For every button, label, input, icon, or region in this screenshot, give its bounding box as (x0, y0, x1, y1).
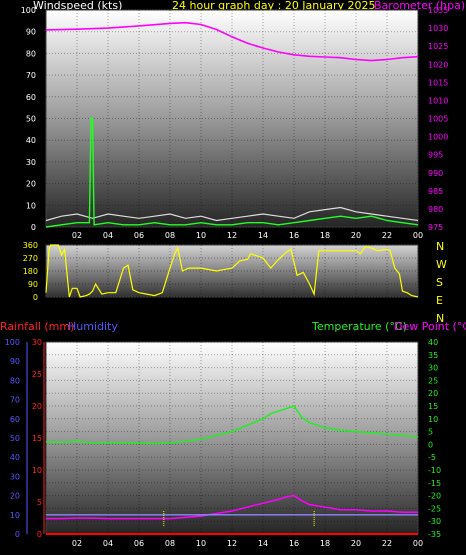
rain-tick-label: 15 (32, 434, 42, 443)
baro-tick-label: 1035 (428, 6, 448, 15)
temp-tick-label: 15 (428, 402, 438, 411)
temp-tick-label: -5 (428, 453, 436, 462)
x-tick-label: 22 (382, 539, 392, 548)
rain-tick-label: 30 (32, 338, 42, 347)
humidity-tick-label: 100 (5, 338, 20, 347)
x-tick-label: 20 (351, 539, 361, 548)
weather-chart: Windspeed (kts) 24 hour graph day : 20 J… (0, 0, 466, 548)
x-tick-label: 14 (258, 539, 268, 548)
humidity-tick-label: 90 (10, 357, 20, 366)
x-tick-label: 08 (165, 231, 175, 240)
baro-tick-label: 1015 (428, 78, 448, 87)
x-tick-label: 00 (413, 231, 423, 240)
temp-tick-label: -35 (428, 530, 441, 539)
humidity-tick-label: 60 (10, 415, 20, 424)
temp-tick-label: -10 (428, 466, 441, 475)
rain-tick-label: 20 (32, 402, 42, 411)
compass-label: N (436, 240, 444, 253)
humidity-tick-label: 20 (10, 492, 20, 501)
wind-tick-label: 20 (26, 180, 36, 189)
rain-tick-label: 25 (32, 370, 42, 379)
x-tick-label: 02 (72, 539, 82, 548)
wind-tick-label: 50 (26, 115, 36, 124)
baro-tick-label: 1030 (428, 24, 448, 33)
rainfall-label: Rainfall (mm) (0, 320, 74, 333)
compass-label: W (436, 258, 447, 271)
wind-tick-label: 60 (26, 93, 36, 102)
baro-tick-label: 1010 (428, 96, 448, 105)
humidity-tick-label: 40 (10, 453, 20, 462)
compass-label: S (436, 276, 443, 289)
temp-tick-label: -25 (428, 504, 441, 513)
baro-tick-label: 1020 (428, 60, 448, 69)
compass-label: E (436, 294, 443, 307)
x-tick-label: 12 (227, 231, 237, 240)
direction-tick-label: 90 (28, 280, 38, 289)
temp-tick-label: -30 (428, 517, 441, 526)
x-tick-label: 16 (289, 231, 299, 240)
x-tick-label: 20 (351, 231, 361, 240)
wind-tick-label: 70 (26, 71, 36, 80)
x-tick-label: 10 (196, 539, 206, 548)
temp-tick-label: 40 (428, 338, 438, 347)
temp-tick-label: 0 (428, 440, 433, 449)
direction-tick-label: 180 (23, 267, 38, 276)
rain-tick-label: 0 (37, 530, 42, 539)
wind-tick-label: 30 (26, 158, 36, 167)
wind-tick-label: 0 (31, 223, 36, 232)
temp-tick-label: 25 (428, 376, 438, 385)
direction-tick-label: 360 (23, 241, 38, 250)
baro-tick-label: 1025 (428, 42, 448, 51)
x-tick-label: 00 (413, 539, 423, 548)
humidity-tick-label: 80 (10, 376, 20, 385)
humidity-tick-label: 0 (15, 530, 20, 539)
direction-tick-label: 0 (33, 293, 38, 302)
temp-tick-label: -15 (428, 479, 441, 488)
temp-tick-label: 5 (428, 428, 433, 437)
wind-tick-label: 80 (26, 49, 36, 58)
rain-tick-label: 5 (37, 498, 42, 507)
temp-tick-label: 10 (428, 415, 438, 424)
direction-tick-label: 270 (23, 254, 38, 263)
x-tick-label: 06 (134, 539, 144, 548)
wind-tick-label: 90 (26, 28, 36, 37)
baro-tick-label: 995 (428, 151, 443, 160)
rain-tick-label: 10 (32, 466, 42, 475)
wind-tick-label: 40 (26, 136, 36, 145)
temp-tick-label: -20 (428, 492, 441, 501)
baro-tick-label: 985 (428, 187, 443, 196)
temperature-label: Temperature (°C) (311, 320, 407, 333)
wind-tick-label: 100 (21, 6, 36, 15)
x-tick-label: 08 (165, 539, 175, 548)
humidity-tick-label: 50 (10, 434, 20, 443)
temp-tick-label: 30 (428, 364, 438, 373)
dewpoint-label: Dew Point (°C) (394, 320, 466, 333)
x-tick-label: 18 (320, 539, 330, 548)
x-tick-label: 16 (289, 539, 299, 548)
x-tick-label: 22 (382, 231, 392, 240)
baro-tick-label: 990 (428, 169, 443, 178)
x-tick-label: 02 (72, 231, 82, 240)
baro-tick-label: 1000 (428, 133, 448, 142)
baro-tick-label: 1005 (428, 115, 448, 124)
temp-tick-label: 35 (428, 351, 438, 360)
x-tick-label: 04 (103, 539, 113, 548)
humidity-tick-label: 70 (10, 396, 20, 405)
humidity-tick-label: 30 (10, 472, 20, 481)
x-tick-label: 14 (258, 231, 268, 240)
x-tick-label: 18 (320, 231, 330, 240)
x-tick-label: 06 (134, 231, 144, 240)
x-tick-label: 12 (227, 539, 237, 548)
x-tick-label: 04 (103, 231, 113, 240)
wind-tick-label: 10 (26, 201, 36, 210)
humidity-label: Humidity (68, 320, 118, 333)
x-tick-label: 10 (196, 231, 206, 240)
temp-tick-label: 20 (428, 389, 438, 398)
humidity-tick-label: 10 (10, 511, 20, 520)
compass-labels: NWSEN (436, 240, 447, 325)
baro-tick-label: 980 (428, 205, 443, 214)
baro-tick-label: 975 (428, 223, 443, 232)
